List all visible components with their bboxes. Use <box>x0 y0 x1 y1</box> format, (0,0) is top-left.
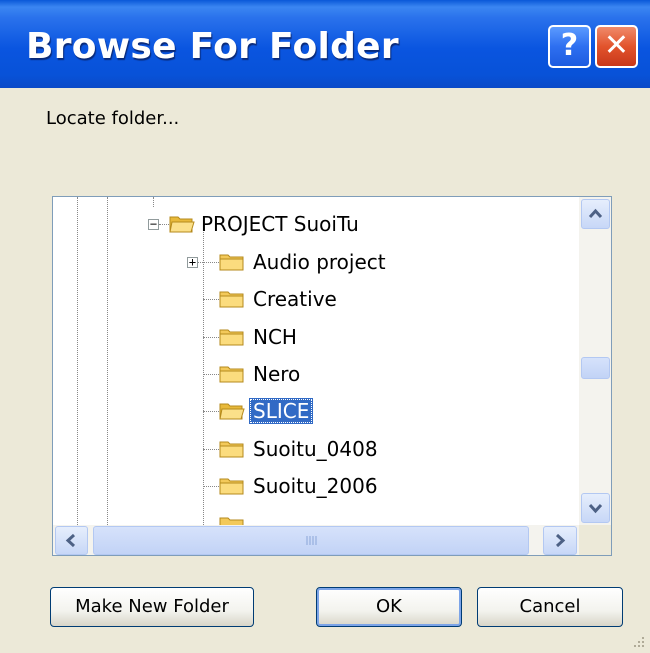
tree-guide-line <box>203 227 204 525</box>
tree-item-label[interactable]: Suoitu_0408 <box>249 436 382 462</box>
browse-for-folder-dialog: Browse For Folder ? ✕ Locate folder... −… <box>0 0 650 653</box>
folder-icon <box>219 329 244 346</box>
help-button[interactable]: ? <box>548 25 591 68</box>
make-new-folder-button[interactable]: Make New Folder <box>50 587 254 627</box>
tree-item-label[interactable]: NCH <box>249 324 301 350</box>
tree-connector <box>203 337 219 338</box>
tree-connector <box>159 224 169 225</box>
folder-tree[interactable]: − PROJECT SuoiTu + Audio project Creativ… <box>52 196 612 556</box>
folder-icon <box>219 291 244 308</box>
scroll-down-button[interactable] <box>581 493 610 523</box>
tree-connector <box>197 262 219 263</box>
tree-guide-line <box>107 197 108 525</box>
horizontal-scrollbar[interactable] <box>53 525 579 555</box>
tree-connector <box>203 449 219 450</box>
chevron-up-icon <box>588 208 603 219</box>
ok-button[interactable]: OK <box>316 587 462 627</box>
folder-open-icon <box>169 216 195 233</box>
tree-item-label[interactable]: Audio project <box>249 249 390 275</box>
tree-item-label[interactable]: Nero <box>249 361 304 387</box>
tree-guide-line <box>77 197 78 525</box>
collapse-toggle[interactable]: − <box>148 218 159 230</box>
tree-connector <box>203 299 219 300</box>
scrollbar-corner <box>579 525 611 555</box>
dialog-title: Browse For Folder <box>26 26 399 67</box>
tree-connector <box>203 411 219 412</box>
folder-icon <box>219 254 244 271</box>
vertical-scrollbar[interactable] <box>579 197 611 525</box>
scroll-up-button[interactable] <box>581 199 610 229</box>
tree-item-label[interactable]: PROJECT SuoiTu <box>197 211 363 237</box>
folder-icon <box>219 478 244 495</box>
tree-guide-line <box>153 197 154 207</box>
folder-icon <box>219 366 244 383</box>
close-button[interactable]: ✕ <box>595 25 638 68</box>
tree-item-label-selected[interactable]: SLICE <box>249 398 314 424</box>
chevron-right-icon <box>555 533 566 548</box>
grip-icon <box>306 536 317 545</box>
dialog-description: Locate folder... <box>46 108 180 129</box>
resize-grip-icon[interactable] <box>628 631 646 649</box>
tree-connector <box>203 486 219 487</box>
tree-connector <box>203 374 219 375</box>
chevron-left-icon <box>65 533 76 548</box>
folder-icon <box>219 441 244 458</box>
tree-item-label[interactable]: Creative <box>249 286 341 312</box>
folder-open-icon <box>219 403 245 420</box>
tree-item-label[interactable]: Suoitu_2006 <box>249 473 382 499</box>
expand-toggle[interactable]: + <box>187 256 198 268</box>
scroll-left-button[interactable] <box>55 526 88 555</box>
title-bar[interactable]: Browse For Folder ? ✕ <box>0 0 650 88</box>
cancel-button[interactable]: Cancel <box>477 587 623 627</box>
chevron-down-icon <box>588 503 603 514</box>
vertical-scroll-thumb[interactable] <box>581 357 610 379</box>
horizontal-scroll-thumb[interactable] <box>93 526 529 555</box>
scroll-right-button[interactable] <box>543 526 577 555</box>
